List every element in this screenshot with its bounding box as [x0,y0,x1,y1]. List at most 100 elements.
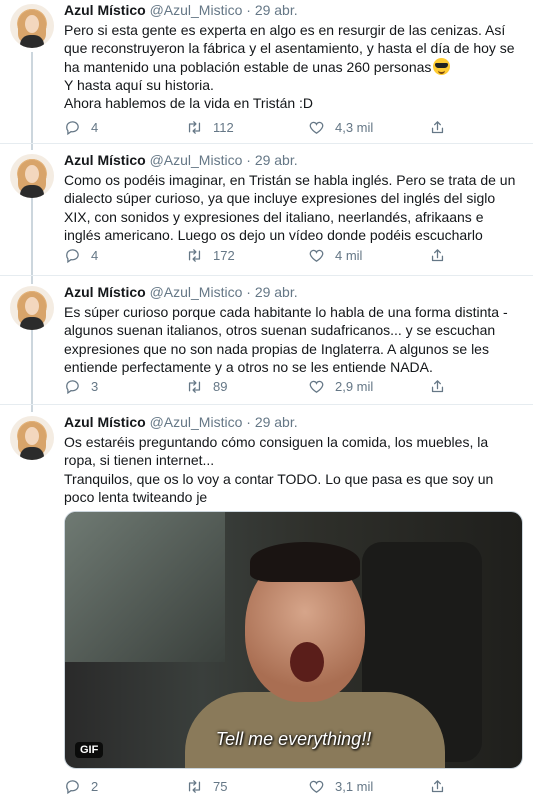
share-button[interactable] [429,776,446,796]
tweet-text-line: Y hasta aquí su historia. [64,76,214,93]
tweet-text: Es súper curioso porque cada habitante l… [64,303,526,376]
reply-button[interactable]: 4 [64,245,98,265]
tweet-text-line: Os estaréis preguntando cómo consiguen l… [64,434,489,450]
person-hair-image [250,542,360,582]
retweet-button[interactable]: 112 [186,117,234,137]
user-handle[interactable]: @Azul_Mistico [150,414,243,430]
tweet-text: Pero si esta gente es experta en algo es… [64,21,526,112]
tweet-actions: 2 75 3,1 mil [64,776,484,796]
retweet-icon [188,379,201,393]
tweet-date[interactable]: 29 abr. [255,284,298,300]
display-name[interactable]: Azul Místico [64,414,146,430]
like-count: 2,9 mil [335,378,374,394]
reply-button[interactable]: 2 [64,776,98,796]
gif-media[interactable]: GIF Tell me everything!! [64,511,523,769]
tweet-text-line: ropa, si tienen internet... [64,452,215,469]
tweet-text-line: Como os podéis imaginar, en Tristán se h… [64,172,516,188]
tweet-text: Os estaréis preguntando cómo consiguen l… [64,433,526,506]
reply-button[interactable]: 4 [64,117,98,137]
heart-icon [309,249,324,262]
reply-button[interactable]: 3 [64,376,98,396]
reply-icon [66,779,79,794]
share-button[interactable] [429,117,446,137]
share-button[interactable] [429,245,446,265]
tweet-actions: 3 89 2,9 mil [64,376,484,396]
heart-icon [309,380,324,393]
retweet-icon [188,779,201,793]
tweet-text-line: XIX, con sonidos y expresiones del itali… [64,208,484,225]
tweet[interactable]: Azul Místico @Azul_Mistico · 29 abr. Os … [0,414,533,514]
tweet-text-line: Ahora hablemos de la vida en Tristán :D [64,95,314,112]
display-name[interactable]: Azul Místico [64,152,146,168]
heart-icon [309,121,324,134]
tweet-header: Azul Místico @Azul_Mistico · 29 abr. [64,414,526,431]
retweet-button[interactable]: 89 [186,376,227,396]
tweet-date[interactable]: 29 abr. [255,2,298,18]
like-button[interactable]: 4 mil [308,245,362,265]
tweet[interactable]: Azul Místico @Azul_Mistico · 29 abr. Per… [0,2,533,136]
tweet-text-segment: ha mantenido una población estable de un… [64,58,432,75]
tweet-text-line: algunos suenan italianos, otros suenan s… [64,322,496,339]
tweet-divider [0,143,533,144]
like-count: 3,1 mil [335,778,374,794]
retweet-count: 112 [213,119,234,135]
separator: · [246,152,251,168]
tweet-header: Azul Místico @Azul_Mistico · 29 abr. [64,152,526,169]
tweet-text-line: expresiones que no son nada propias de I… [64,340,489,357]
car-window-image [65,512,225,662]
tweet-text-line: dialecto súper curioso, ya que incluye e… [64,190,496,207]
user-handle[interactable]: @Azul_Mistico [150,284,243,300]
retweet-count: 89 [213,378,228,394]
tweet-text-line: ha mantenido una población estable de un… [64,57,526,76]
user-handle[interactable]: @Azul_Mistico [150,152,243,168]
tweet-text-line: Es súper curioso porque cada habitante l… [64,304,508,320]
share-icon [431,779,444,792]
avatar[interactable] [10,416,54,460]
tweet-text: Como os podéis imaginar, en Tristán se h… [64,171,526,244]
retweet-button[interactable]: 172 [186,245,235,265]
like-button[interactable]: 4,3 mil [308,117,373,137]
tweet-text-line: Tranquilos, que os lo voy a contar TODO.… [64,470,494,487]
display-name[interactable]: Azul Místico [64,2,146,18]
like-count: 4,3 mil [335,119,374,135]
tweet-actions: 4 112 4,3 mil [64,117,484,137]
reply-icon [66,248,79,263]
tweet-text-line: inglés americano. Luego os dejo un vídeo… [64,226,483,243]
separator: · [246,2,251,18]
avatar[interactable] [10,4,54,48]
retweet-button[interactable]: 75 [186,776,227,796]
share-icon [431,248,444,261]
share-icon [431,120,444,133]
separator: · [246,414,251,430]
tweet-text-line: que reconstruyeron la fábrica y el asent… [64,40,515,57]
like-button[interactable]: 2,9 mil [308,376,373,396]
user-handle[interactable]: @Azul_Mistico [150,2,243,18]
reply-icon [66,120,79,135]
retweet-icon [188,248,201,262]
avatar[interactable] [10,286,54,330]
reply-icon [66,379,79,394]
avatar[interactable] [10,154,54,198]
share-icon [431,379,444,392]
share-button[interactable] [429,376,446,396]
retweet-count: 75 [213,778,228,794]
reply-count: 4 [91,119,99,135]
tweet-text-line: entiende perfectamente y a otros no se l… [64,358,433,375]
separator: · [246,284,251,300]
tweet-header: Azul Místico @Azul_Mistico · 29 abr. [64,284,526,301]
retweet-count: 172 [213,247,235,263]
tweet-text-line: poco lenta twiteando je [64,488,208,505]
heart-icon [309,780,324,793]
tweet-divider [0,275,533,276]
sunglasses-emoji [433,57,451,75]
reply-count: 2 [91,778,99,794]
retweet-icon [188,120,201,134]
reply-count: 4 [91,247,99,263]
like-count: 4 mil [335,247,363,263]
like-button[interactable]: 3,1 mil [308,776,373,796]
tweet-date[interactable]: 29 abr. [255,152,298,168]
display-name[interactable]: Azul Místico [64,284,146,300]
gif-caption: Tell me everything!! [215,729,372,749]
tweet-date[interactable]: 29 abr. [255,414,298,430]
tweet-text-line: Pero si esta gente es experta en algo es… [64,22,506,38]
